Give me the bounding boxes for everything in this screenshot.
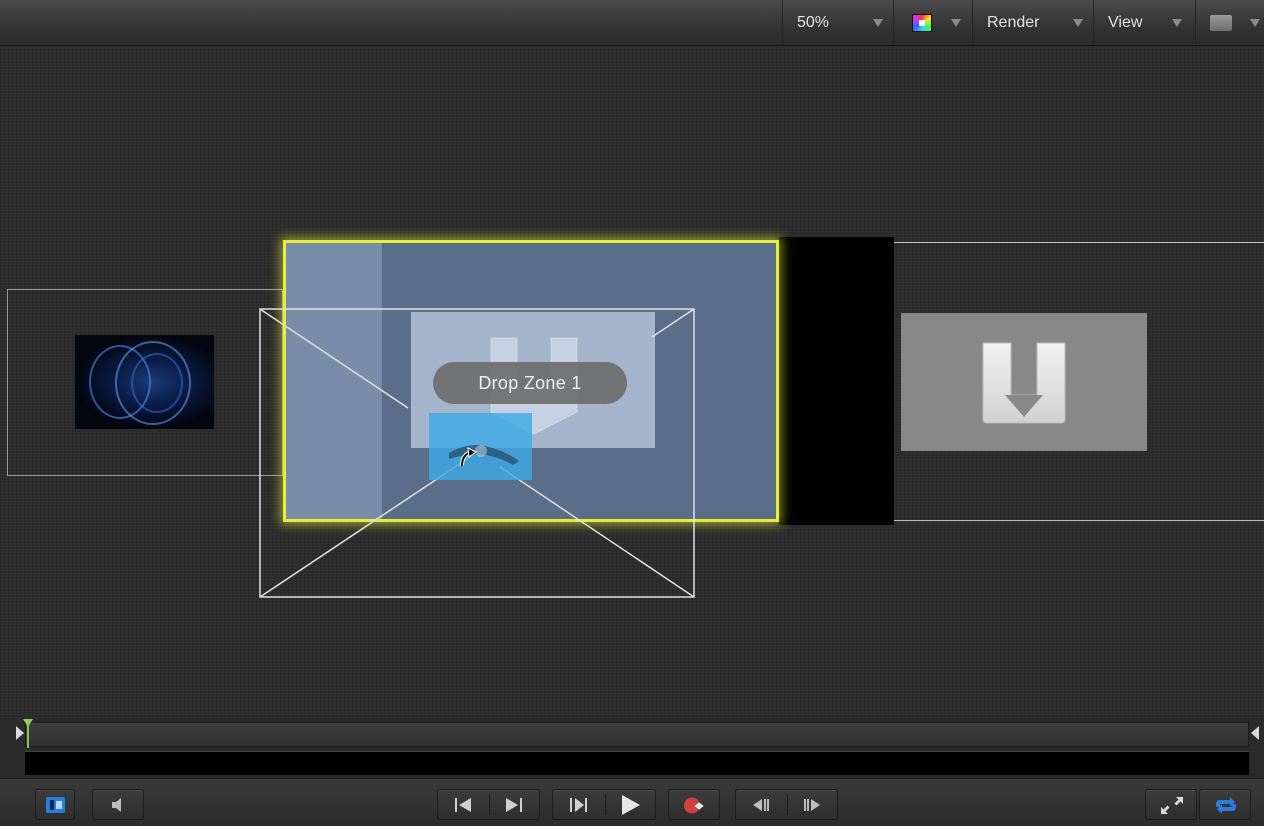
view-dropdown-arrow-icon[interactable] [1172,19,1182,27]
viewer-layout-icon[interactable] [1210,15,1232,31]
previous-frame-icon [753,799,769,811]
frame-step-group [735,789,838,820]
render-dropdown-arrow-icon[interactable] [1073,19,1083,27]
viewer-toolbar: 50% Render View [0,0,1264,46]
expand-arrows-icon [1161,797,1183,814]
loop-playback-button[interactable] [1199,789,1251,820]
inspector-panel-icon [46,797,65,813]
zoom-dropdown-arrow-icon[interactable] [873,19,883,27]
audio-button[interactable] [92,789,144,820]
transport-controls [0,778,1264,826]
play-from-start-icon [570,798,587,812]
color-channels-dropdown-arrow-icon[interactable] [951,19,961,27]
record-icon [684,797,705,814]
play-from-start-button[interactable] [553,790,605,819]
loop-icon [1216,797,1236,814]
play-icon [622,795,640,815]
record-button[interactable] [668,789,720,820]
viewer-layout-dropdown-arrow-icon[interactable] [1250,19,1260,27]
play-group [552,789,656,820]
canvas[interactable]: Drop Zone 1 [0,46,1264,718]
timeline-ruler[interactable] [25,722,1249,747]
color-channels-icon[interactable] [912,14,932,32]
drop-zone-tooltip: Drop Zone 1 [433,362,627,404]
go-to-start-icon [455,798,471,812]
zoom-level-label: 50% [797,14,830,31]
play-range-start-icon[interactable] [16,726,24,740]
play-range-end-icon[interactable] [1251,726,1259,740]
go-to-end-icon [506,798,522,812]
go-to-start-end-group [437,789,540,820]
full-screen-button[interactable] [1145,789,1197,820]
previous-frame-button[interactable] [736,790,787,819]
render-menu-label: Render [987,14,1040,31]
mini-timeline [0,718,1264,778]
dragged-layer-wireframe [259,308,695,598]
go-to-end-button[interactable] [490,790,541,819]
next-frame-icon [804,799,820,811]
drag-cursor-icon [458,446,480,470]
timeline-track[interactable] [25,751,1249,775]
next-frame-button[interactable] [788,790,839,819]
zoom-level-menu[interactable]: 50% [782,0,860,45]
playhead-handle-icon[interactable] [23,719,33,727]
show-inspector-button[interactable] [35,789,75,820]
speaker-icon [112,798,121,812]
go-to-start-button[interactable] [438,790,489,819]
view-menu-label: View [1108,14,1143,31]
dragged-media-thumbnail [429,413,532,480]
play-button[interactable] [606,790,657,819]
